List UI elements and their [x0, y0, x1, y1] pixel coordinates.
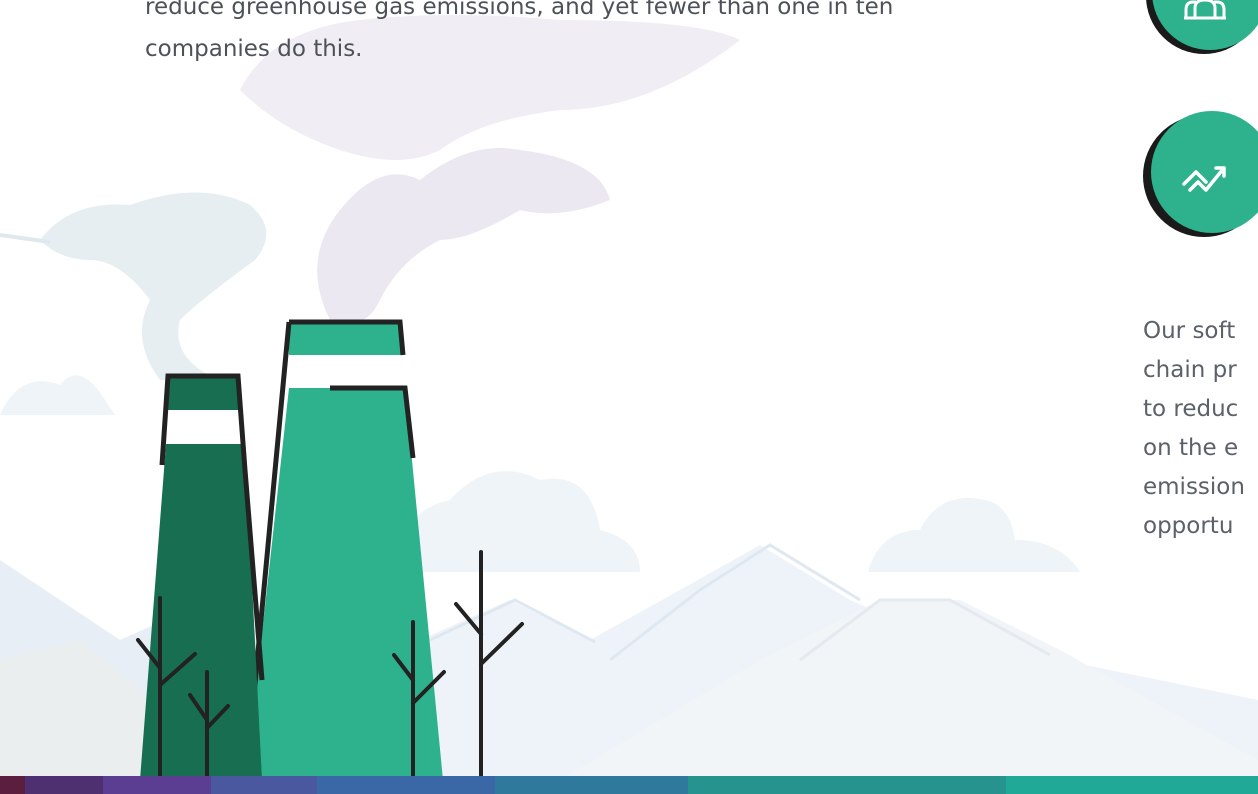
side-line-1: Our soft	[1143, 318, 1236, 344]
intro-line-1: reduce greenhouse gas emissions, and yet…	[145, 0, 894, 20]
industry-illustration	[0, 15, 1258, 782]
stripe-segment	[103, 776, 211, 794]
stripe-segment	[0, 776, 25, 794]
intro-paragraph: reduce greenhouse gas emissions, and yet…	[145, 0, 1085, 70]
side-line-3: to reduc	[1143, 396, 1239, 422]
stripe-segment	[211, 776, 317, 794]
side-line-4: on the e	[1143, 435, 1239, 461]
stripe-segment	[495, 776, 688, 794]
stripe-segment	[1006, 776, 1258, 794]
people-group-icon	[1146, 0, 1258, 54]
footer-color-stripe	[0, 776, 1258, 794]
side-line-2: chain pr	[1143, 357, 1237, 383]
side-line-5: emission	[1143, 474, 1245, 500]
stripe-segment	[688, 776, 1006, 794]
side-line-6: opportu	[1143, 513, 1234, 539]
side-paragraph: Our soft chain pr to reduc on the e emis…	[1143, 312, 1258, 546]
trend-up-icon	[1143, 111, 1258, 237]
stripe-segment	[25, 776, 103, 794]
intro-line-2: companies do this.	[145, 36, 363, 62]
stripe-segment	[317, 776, 495, 794]
